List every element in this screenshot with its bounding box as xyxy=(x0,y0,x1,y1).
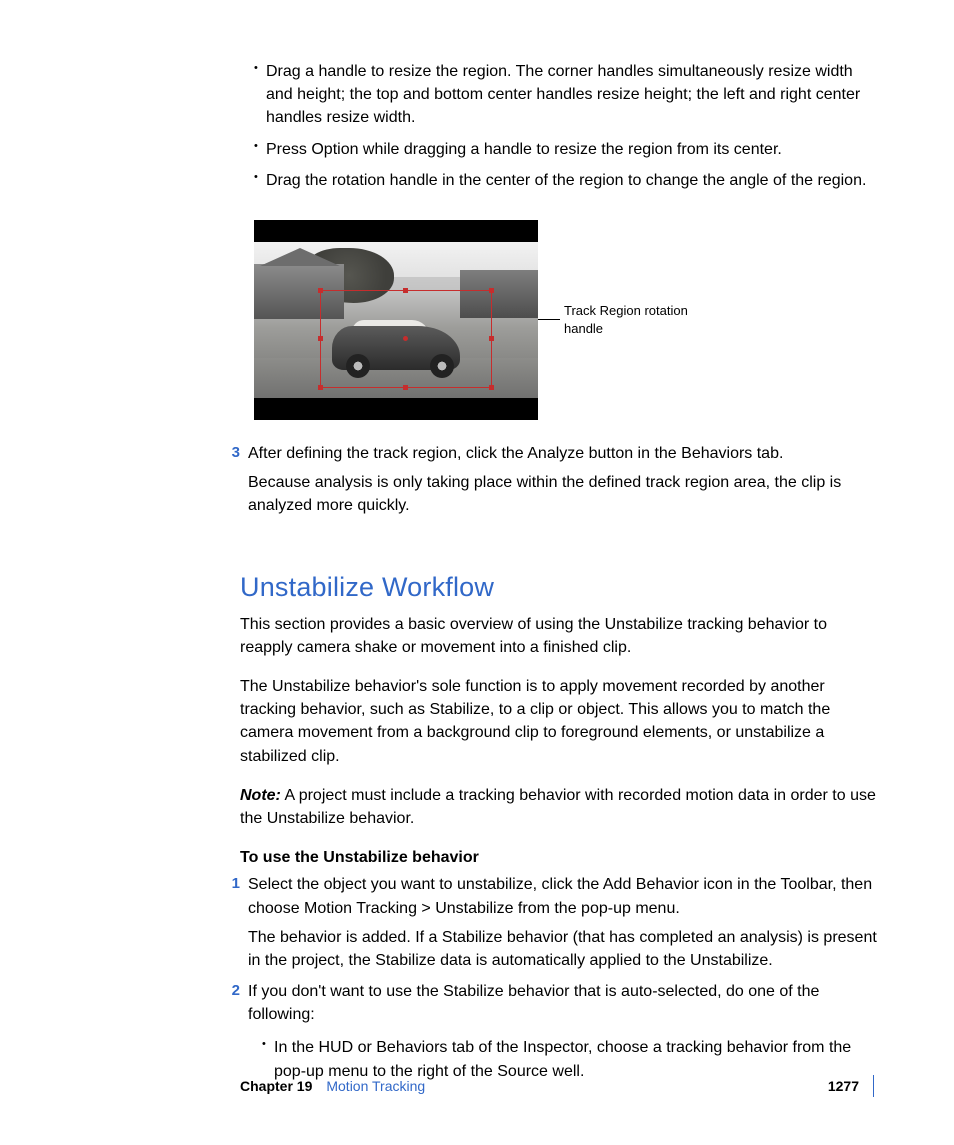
procedure-heading: To use the Unstabilize behavior xyxy=(240,846,880,869)
page-footer: Chapter 19 Motion Tracking 1277 xyxy=(80,1075,874,1097)
bullet-text: Press Option while dragging a handle to … xyxy=(266,138,880,161)
bullet-item: • Drag the rotation handle in the center… xyxy=(254,169,880,192)
numbered-step: 1 Select the object you want to unstabil… xyxy=(224,873,880,972)
step-body: After defining the track region, click t… xyxy=(240,442,880,518)
callout-label: Track Region rotation handle xyxy=(564,302,714,337)
figure-row: Track Region rotation handle xyxy=(254,220,880,420)
step-number: 1 xyxy=(224,873,240,972)
track-region-overlay xyxy=(320,290,492,388)
bullet-text: Drag the rotation handle in the center o… xyxy=(266,169,880,192)
screenshot-image xyxy=(254,220,538,420)
section-heading: Unstabilize Workflow xyxy=(240,568,880,607)
body-paragraph: The Unstabilize behavior's sole function… xyxy=(240,675,880,768)
bullet-icon: • xyxy=(254,60,266,130)
step-text: If you don't want to use the Stabilize b… xyxy=(248,980,880,1026)
step-body: Select the object you want to unstabiliz… xyxy=(240,873,880,972)
step-text: Select the object you want to unstabiliz… xyxy=(248,873,880,919)
bullet-icon: • xyxy=(254,138,266,161)
bullet-item: • Press Option while dragging a handle t… xyxy=(254,138,880,161)
bullet-item: • Drag a handle to resize the region. Th… xyxy=(254,60,880,130)
step-number: 3 xyxy=(224,442,240,518)
note-text: A project must include a tracking behavi… xyxy=(240,787,876,827)
bullet-text: Drag a handle to resize the region. The … xyxy=(266,60,880,130)
photo-area xyxy=(254,242,538,398)
step-text: After defining the track region, click t… xyxy=(248,442,880,465)
footer-page-number: 1277 xyxy=(828,1076,859,1096)
page-content: • Drag a handle to resize the region. Th… xyxy=(240,60,880,1091)
numbered-step: 3 After defining the track region, click… xyxy=(224,442,880,518)
step-text: The behavior is added. If a Stabilize be… xyxy=(248,926,880,972)
note-paragraph: Note: A project must include a tracking … xyxy=(240,784,880,830)
callout-leader-line xyxy=(538,319,560,320)
footer-chapter: Chapter 19 xyxy=(240,1076,312,1096)
footer-title: Motion Tracking xyxy=(326,1076,425,1096)
body-paragraph: This section provides a basic overview o… xyxy=(240,613,880,659)
bullet-icon: • xyxy=(254,169,266,192)
note-label: Note: xyxy=(240,787,281,804)
step-text: Because analysis is only taking place wi… xyxy=(248,471,880,517)
